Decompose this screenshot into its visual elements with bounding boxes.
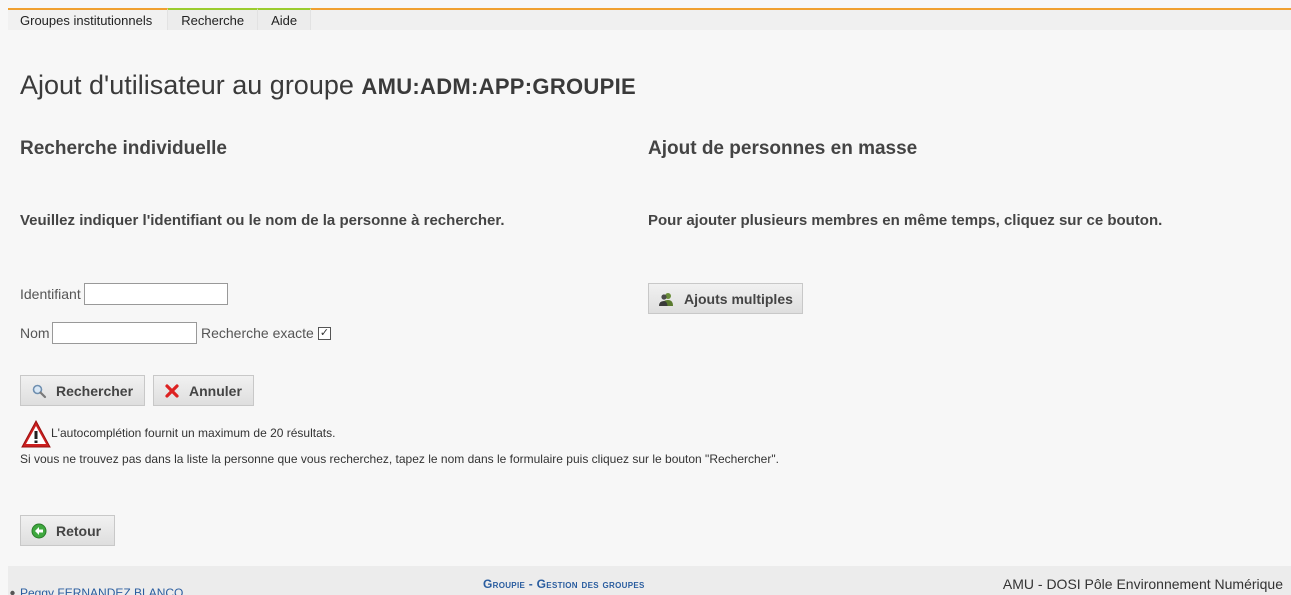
footer-app-title[interactable]: Groupie - Gestion des groupes [483,577,645,591]
multiple-add-button-label: Ajouts multiples [684,290,793,307]
close-icon [164,383,180,399]
footer-organization: AMU - DOSI Pôle Environnement Numérique [1002,576,1283,592]
search-button-label: Rechercher [56,382,134,399]
back-button[interactable]: Retour [20,515,115,546]
multiple-add-button[interactable]: Ajouts multiples [648,283,803,314]
tab-groupes-institutionnels[interactable]: Groupes institutionnels [8,8,169,30]
autocomplete-note: L'autocomplétion fournit un maximum de 2… [51,426,336,440]
identifiant-input[interactable] [84,283,228,305]
help-note: Si vous ne trouvez pas dans la liste la … [20,452,779,466]
mass-add-heading: Ajout de personnes en masse [648,138,918,159]
page-title-prefix: Ajout d'utilisateur au groupe [20,70,354,100]
search-button[interactable]: Rechercher [20,375,145,406]
back-button-label: Retour [56,522,102,539]
individual-instruction: Veuillez indiquer l'identifiant ou le no… [20,212,505,229]
nom-label: Nom [20,325,50,341]
user-icon [8,586,17,595]
cancel-button-label: Annuler [189,382,242,399]
magnifier-icon [31,383,47,399]
nom-input[interactable] [52,322,197,344]
footer-user-link[interactable]: Peggy FERNANDEZ BLANCO [20,586,183,595]
users-icon [659,291,675,307]
exact-search-label: Recherche exacte [201,325,314,341]
mass-instruction: Pour ajouter plusieurs membres en même t… [648,212,1163,229]
cancel-button[interactable]: Annuler [153,375,254,406]
top-navigation: Groupes institutionnels Recherche Aide [8,8,1291,30]
warning-icon [20,419,52,449]
page-title: Ajout d'utilisateur au groupe AMU:ADM:AP… [20,70,636,101]
tab-aide[interactable]: Aide [258,8,312,30]
footer: Peggy FERNANDEZ BLANCO Groupie - Gestion… [8,566,1291,595]
identifiant-label: Identifiant [20,286,81,302]
tab-recherche[interactable]: Recherche [168,8,259,30]
individual-search-heading: Recherche individuelle [20,138,227,159]
group-name: AMU:ADM:APP:GROUPIE [361,74,636,99]
exact-search-checkbox[interactable]: ✓ [318,327,331,340]
back-arrow-icon [31,523,47,539]
